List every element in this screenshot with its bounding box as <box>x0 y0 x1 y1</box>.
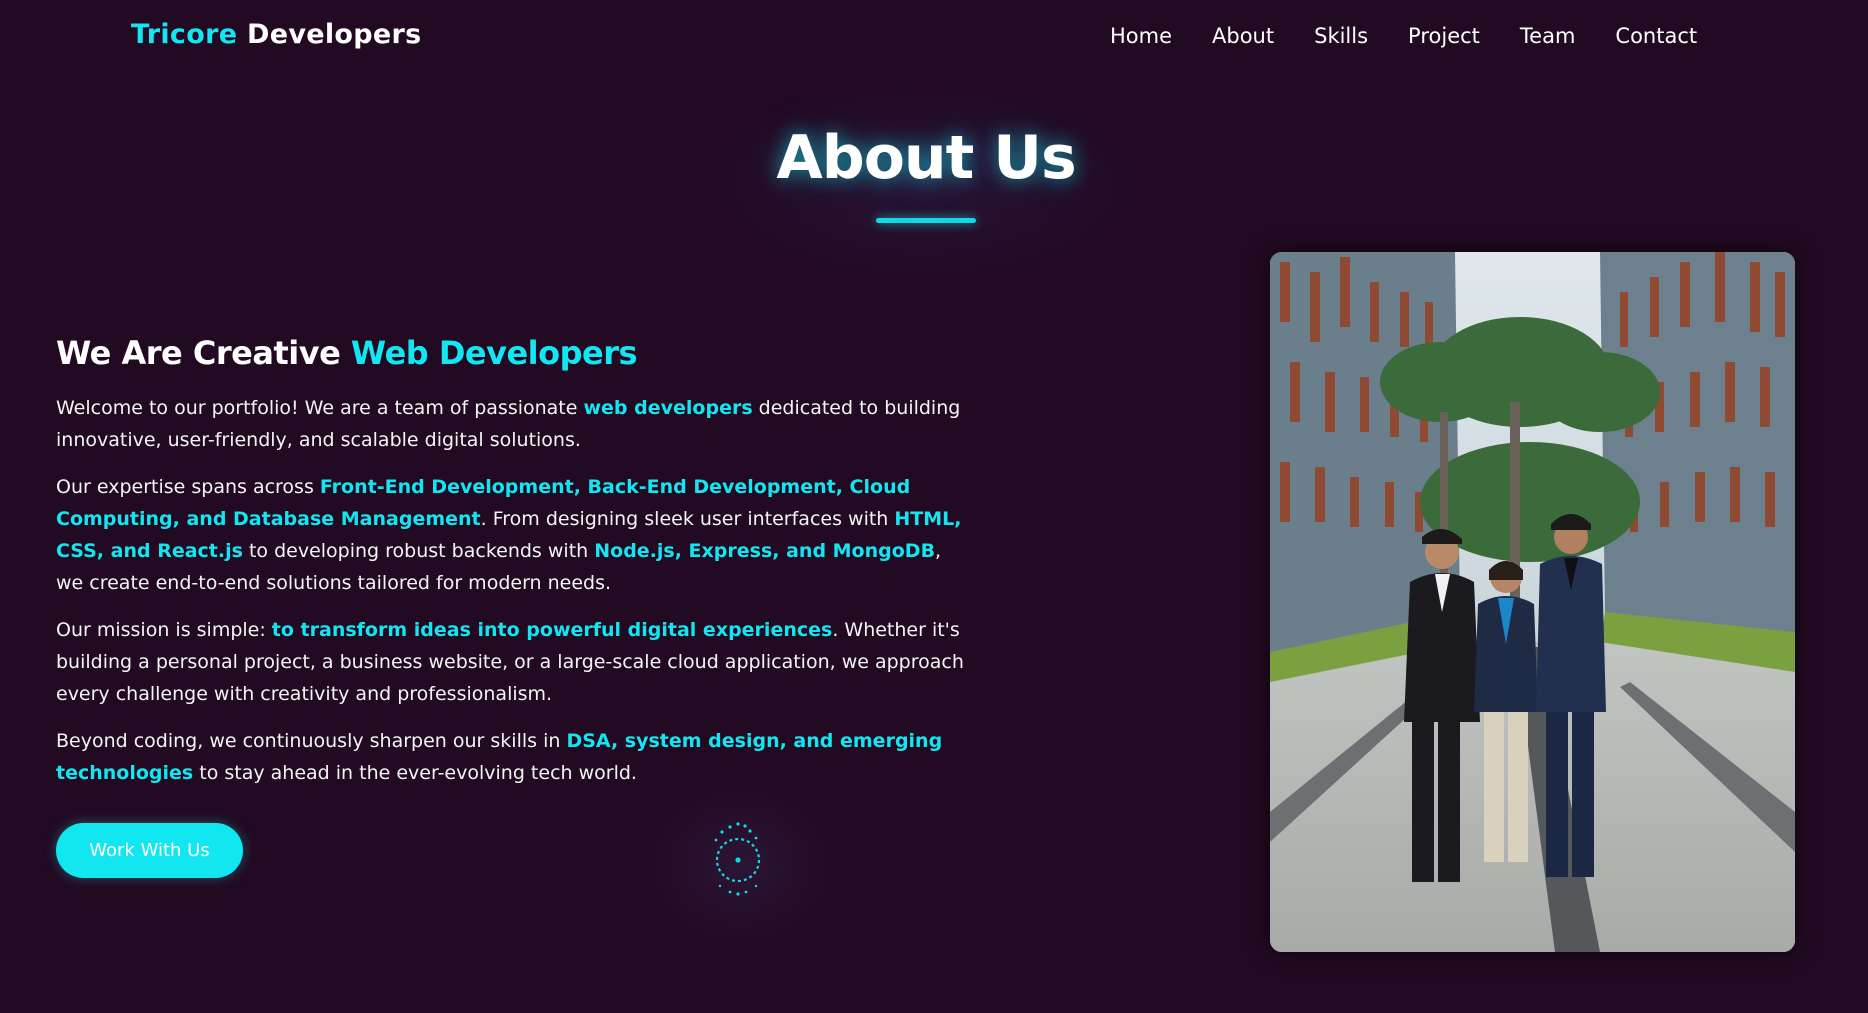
paragraph-expertise: Our expertise spans across Front-End Dev… <box>56 471 966 599</box>
body-text: Beyond coding, we continuously sharpen o… <box>56 730 567 752</box>
loading-spinner-icon <box>714 822 761 896</box>
team-photo <box>1270 252 1795 952</box>
nav-team-link[interactable]: Team <box>1520 24 1576 48</box>
heading-main: We Are Creative <box>56 334 351 372</box>
nav-about-link[interactable]: About <box>1212 24 1274 48</box>
body-text: Our mission is simple: <box>56 619 272 641</box>
body-text: . From designing sleek user interfaces w… <box>480 508 895 530</box>
highlight-text: to transform ideas into powerful digital… <box>271 619 833 641</box>
nav-home-link[interactable]: Home <box>1110 24 1172 48</box>
page-title: About Us <box>776 123 1076 193</box>
paragraph-intro: Welcome to our portfolio! We are a team … <box>56 392 966 456</box>
title-underline <box>876 218 976 223</box>
body-text: Welcome to our portfolio! We are a team … <box>56 397 584 419</box>
nav-skills-link[interactable]: Skills <box>1314 24 1368 48</box>
navbar: Tricore Developers Home About Skills Pro… <box>0 0 1868 74</box>
body-text: to stay ahead in the ever-evolving tech … <box>193 762 637 784</box>
brand-logo[interactable]: Tricore Developers <box>131 19 421 50</box>
about-content: We Are Creative Web Developers Welcome t… <box>56 334 976 804</box>
highlight-text: web developers <box>583 397 753 419</box>
body-text: to developing robust backends with <box>242 540 595 562</box>
highlight-text: Node.js, Express, and MongoDB <box>594 540 936 562</box>
body-text: Our expertise spans across <box>56 476 320 498</box>
heading-accent: Web Developers <box>350 334 638 372</box>
brand-accent: Tricore <box>131 19 238 50</box>
work-with-us-button[interactable]: Work With Us <box>56 823 243 878</box>
nav-project-link[interactable]: Project <box>1408 24 1480 48</box>
page: Tricore Developers Home About Skills Pro… <box>0 0 1868 1013</box>
nav-contact-link[interactable]: Contact <box>1615 24 1697 48</box>
nav-links: Home About Skills Project Team Contact <box>1110 24 1697 48</box>
brand-rest: Developers <box>237 19 422 50</box>
section-heading: We Are Creative Web Developers <box>56 334 976 372</box>
paragraph-mission: Our mission is simple: to transform idea… <box>56 614 966 710</box>
